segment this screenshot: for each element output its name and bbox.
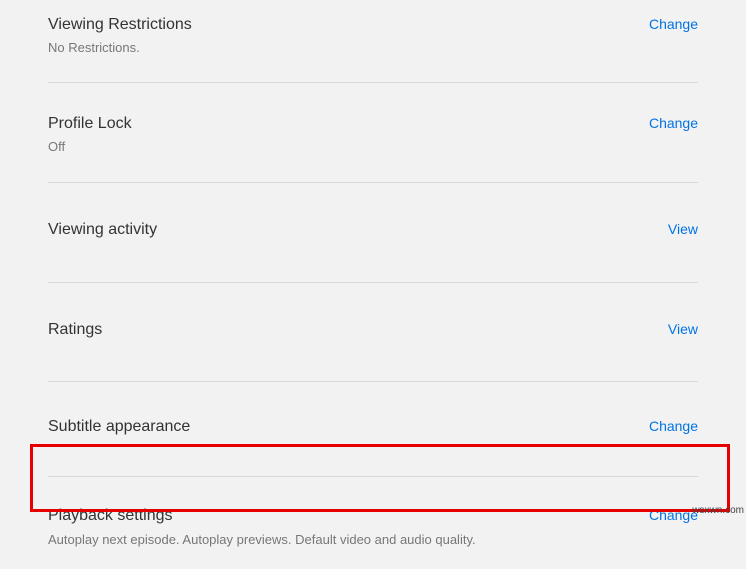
- settings-list: Viewing Restrictions No Restrictions. Ch…: [0, 0, 746, 569]
- setting-title: Viewing Restrictions: [48, 14, 192, 36]
- setting-subtitle: Off: [48, 138, 132, 156]
- setting-title: Profile Lock: [48, 113, 132, 135]
- setting-title: Ratings: [48, 319, 102, 341]
- view-link[interactable]: View: [668, 319, 698, 337]
- setting-row-viewing-activity: Viewing activity View: [48, 183, 698, 282]
- setting-row-viewing-restrictions: Viewing Restrictions No Restrictions. Ch…: [48, 0, 698, 83]
- setting-title: Viewing activity: [48, 219, 157, 241]
- setting-subtitle: No Restrictions.: [48, 39, 192, 57]
- change-link[interactable]: Change: [649, 113, 698, 131]
- setting-row-ratings: Ratings View: [48, 283, 698, 382]
- setting-title: Playback settings: [48, 505, 476, 527]
- watermark-text: wsxwn.com: [692, 505, 744, 516]
- change-link[interactable]: Change: [649, 416, 698, 434]
- view-link[interactable]: View: [668, 219, 698, 237]
- setting-row-profile-lock: Profile Lock Off Change: [48, 83, 698, 184]
- setting-info: Viewing activity: [48, 219, 157, 241]
- setting-info: Viewing Restrictions No Restrictions.: [48, 14, 192, 58]
- change-link[interactable]: Change: [649, 14, 698, 32]
- setting-subtitle: Autoplay next episode. Autoplay previews…: [48, 531, 476, 549]
- setting-info: Ratings: [48, 319, 102, 341]
- setting-row-subtitle-appearance: Subtitle appearance Change: [48, 382, 698, 477]
- setting-info: Playback settings Autoplay next episode.…: [48, 505, 476, 549]
- setting-row-playback-settings: Playback settings Autoplay next episode.…: [48, 477, 698, 569]
- change-link[interactable]: Change: [649, 505, 698, 523]
- setting-title: Subtitle appearance: [48, 416, 190, 438]
- setting-info: Profile Lock Off: [48, 113, 132, 157]
- setting-info: Subtitle appearance: [48, 416, 190, 438]
